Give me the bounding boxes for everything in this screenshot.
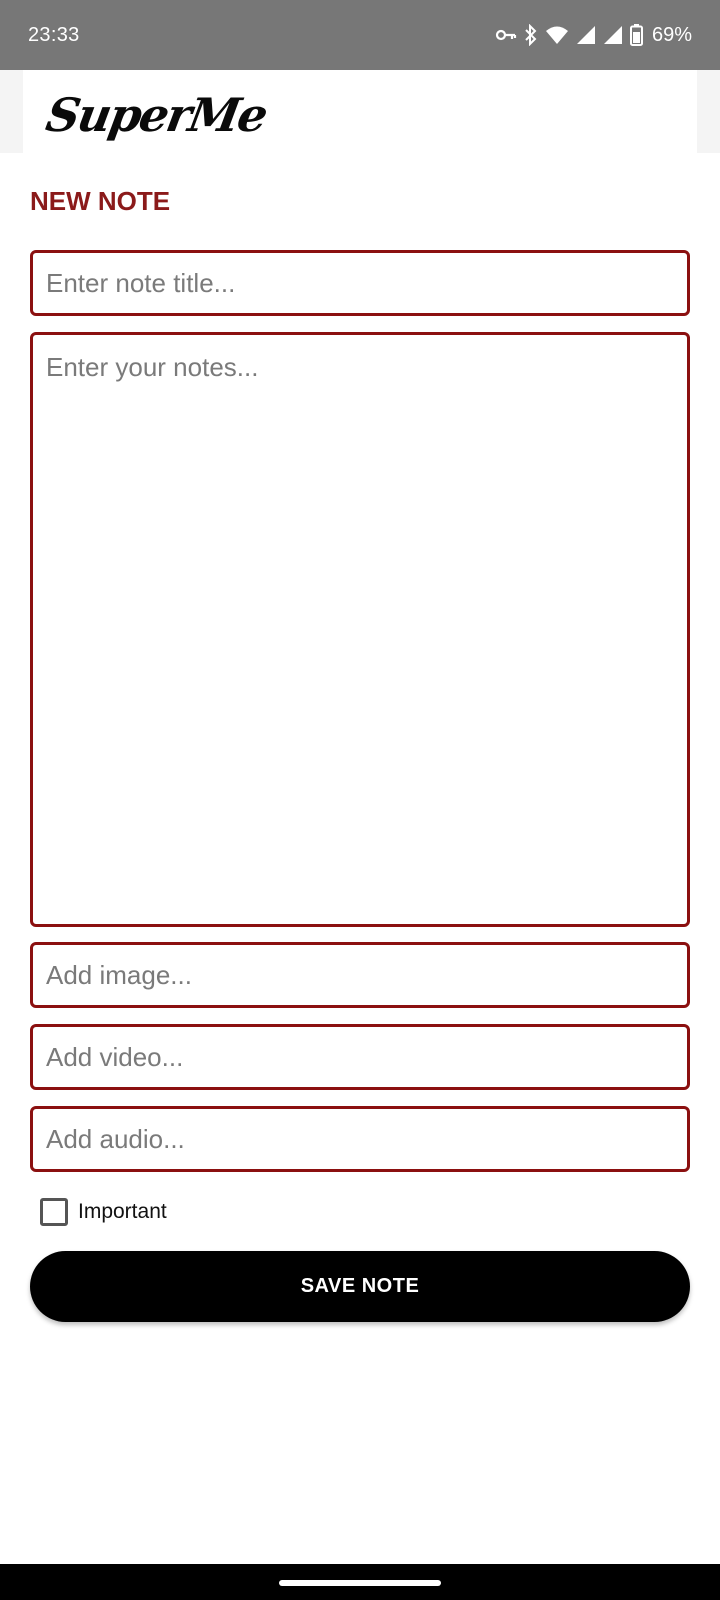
vpn-key-icon [495, 28, 517, 42]
wifi-icon [545, 25, 569, 45]
bluetooth-icon [524, 24, 538, 46]
add-image-input[interactable] [30, 942, 690, 1008]
battery-percent: 69% [651, 23, 692, 46]
app-logo[interactable]: SuperMe [42, 88, 270, 142]
page-title: NEW NOTE [30, 186, 171, 216]
important-checkbox-row[interactable]: Important [40, 1198, 167, 1226]
header-card: SuperMe [23, 70, 697, 153]
important-label[interactable]: Important [78, 1200, 167, 1224]
battery-icon [629, 24, 643, 46]
signal-icon [576, 25, 596, 45]
status-icons: 69% [495, 24, 692, 47]
add-video-input[interactable] [30, 1024, 690, 1090]
status-time: 23:33 [28, 23, 80, 46]
important-checkbox[interactable] [40, 1198, 68, 1226]
note-title-input[interactable] [30, 250, 690, 316]
navigation-bar [0, 1564, 720, 1600]
signal-icon [603, 25, 623, 45]
status-bar: 23:33 69% [0, 0, 720, 70]
home-indicator[interactable] [279, 1580, 441, 1586]
save-note-button[interactable]: SAVE NOTE [30, 1251, 690, 1322]
app-header: SuperMe [0, 70, 720, 153]
add-audio-input[interactable] [30, 1106, 690, 1172]
notes-textarea[interactable] [30, 332, 690, 927]
